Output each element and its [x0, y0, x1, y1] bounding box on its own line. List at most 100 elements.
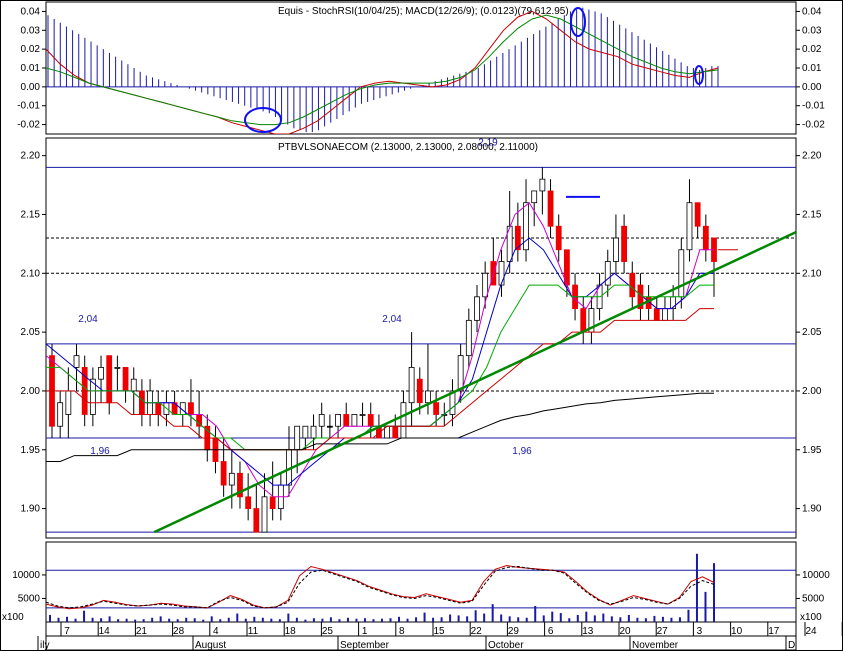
price-tick-label: 2.20: [21, 151, 41, 162]
x-day-label: 17: [768, 626, 780, 637]
candle-body: [702, 225, 709, 251]
x-day-label: 21: [136, 626, 148, 637]
candle-body: [629, 272, 636, 298]
volume-bar: [415, 617, 418, 622]
macd-tick-label: 0.02: [802, 44, 822, 55]
x-day-label: 10: [731, 626, 743, 637]
x-month-label: September: [340, 640, 390, 651]
macd-tick-label: -0.01: [802, 101, 825, 112]
volume-bar: [125, 618, 128, 622]
price-tick-label: 2.20: [802, 151, 822, 162]
candle-body: [245, 496, 252, 509]
candle-body: [106, 355, 113, 404]
volume-bar: [91, 617, 94, 622]
candle-body: [253, 508, 260, 533]
volume-bar: [83, 610, 86, 622]
candle-body: [433, 402, 440, 415]
candle-body: [335, 414, 341, 427]
volume-panel: [45, 541, 797, 623]
volume-bar: [295, 617, 298, 622]
volume-unit-label: x100: [800, 612, 822, 623]
candle-body: [228, 472, 235, 486]
volume-bar: [542, 615, 545, 622]
chart-canvas: 2,192,042,041,961,961,88 0.040.040.030.0…: [0, 0, 843, 651]
candle-body: [302, 425, 309, 439]
volume-bar: [74, 618, 77, 622]
volume-bar: [151, 617, 154, 622]
candle-body: [653, 308, 660, 321]
price-tick-label: 2.10: [802, 268, 822, 279]
x-day-label: 25: [322, 626, 334, 637]
candle-body: [57, 402, 64, 427]
x-month-label: D: [788, 640, 795, 651]
volume-bar: [627, 614, 630, 622]
x-day-label: 14: [99, 626, 111, 637]
volume-bar: [202, 619, 205, 622]
macd-tick-label: 0.03: [21, 25, 41, 36]
macd-tick-label: -0.01: [17, 101, 40, 112]
price-tick-label: 2.05: [21, 327, 41, 338]
candle-body: [155, 402, 162, 415]
volume-bar: [389, 618, 392, 622]
candle-body: [392, 425, 399, 439]
price-level-label: 1,96: [512, 446, 532, 457]
volume-bar: [653, 615, 656, 622]
macd-tick-label: 0.03: [802, 25, 822, 36]
price-title: PTBVLSONAECOM (2.13000, 2.13000, 2.08000…: [278, 142, 538, 153]
x-day-label: 1: [362, 626, 368, 637]
volume-bar: [168, 618, 171, 622]
macd-tick-label: 0.02: [21, 44, 41, 55]
volume-bar: [551, 611, 554, 622]
volume-bar: [57, 617, 60, 622]
volume-bar: [185, 617, 188, 622]
volume-bar: [585, 611, 588, 622]
candle-body: [408, 367, 415, 404]
volume-bar: [432, 617, 435, 622]
macd-tick-label: 0.04: [802, 6, 822, 17]
candle-body: [474, 296, 480, 321]
candle-body: [621, 225, 627, 262]
macd-tick-label: 0.00: [21, 82, 41, 93]
volume-bar: [261, 617, 264, 622]
candle-body: [318, 414, 325, 427]
volume-bar: [66, 616, 69, 622]
volume-bar: [108, 616, 111, 622]
candle-body: [465, 319, 472, 357]
candle-body: [65, 390, 72, 415]
volume-bar: [244, 618, 247, 622]
volume-bar: [363, 618, 366, 622]
candle-body: [261, 496, 268, 533]
volume-bar: [491, 604, 494, 622]
price-tick-label: 1.95: [802, 445, 822, 456]
volume-bar: [381, 618, 383, 622]
candle-body: [326, 425, 333, 428]
x-day-label: 8: [399, 626, 405, 637]
price-level-label: 2,04: [382, 314, 402, 325]
x-day-label: 13: [582, 626, 594, 637]
macd-title: Equis - StochRSI(10/04/25); MACD(12/26/9…: [278, 6, 569, 17]
volume-bar: [219, 619, 222, 622]
x-day-label: 29: [508, 626, 520, 637]
volume-bar: [619, 617, 622, 622]
candle-body: [400, 402, 407, 439]
macd-tick-label: 0.04: [21, 6, 41, 17]
macd-tick-label: 0.01: [802, 63, 822, 74]
x-day-label: 7: [64, 626, 70, 637]
volume-tick-label: 5000: [18, 593, 41, 604]
x-day-label: 28: [173, 626, 185, 637]
x-day-label: 27: [657, 626, 669, 637]
x-month-label: ily: [40, 640, 49, 651]
candle-body: [269, 496, 276, 509]
volume-bar: [534, 606, 537, 622]
macd-tick-label: -0.02: [802, 120, 825, 131]
x-day-label: 15: [433, 626, 445, 637]
volume-bar: [321, 618, 324, 622]
price-tick-label: 1.95: [21, 445, 41, 456]
volume-bar: [713, 563, 715, 622]
x-day-label: 11: [248, 626, 259, 637]
volume-bar: [644, 618, 647, 622]
volume-bar: [449, 614, 452, 622]
volume-bar: [278, 619, 281, 622]
volume-bar: [142, 619, 145, 622]
price-tick-label: 2.15: [21, 209, 41, 220]
